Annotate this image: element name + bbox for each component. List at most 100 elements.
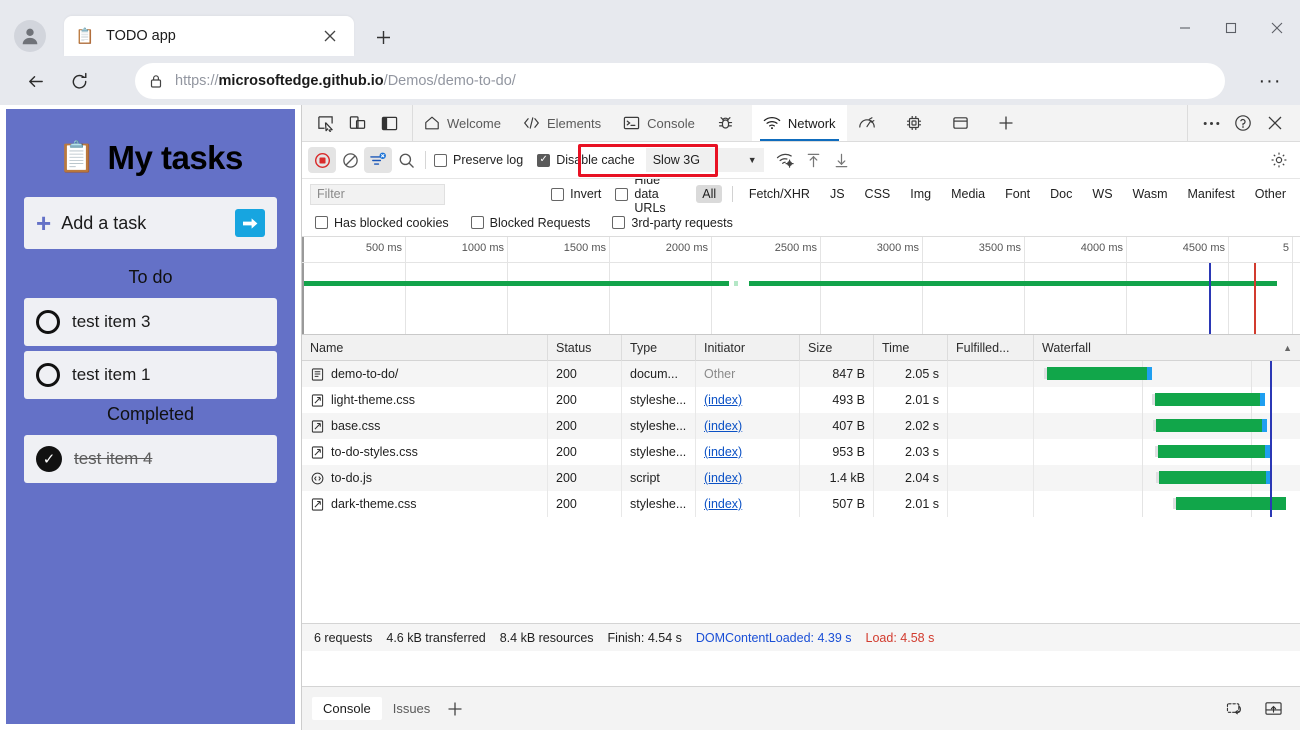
filter-type-fetch-xhr[interactable]: Fetch/XHR <box>743 185 816 203</box>
add-task-input[interactable]: + Add a task <box>24 197 277 249</box>
person-avatar-icon[interactable] <box>14 20 46 52</box>
filter-input[interactable]: Filter <box>310 184 445 205</box>
filter-funnel-icon[interactable] <box>364 147 392 173</box>
script-file-icon <box>310 471 324 485</box>
cell-type: styleshe... <box>622 491 696 517</box>
new-tab-button[interactable] <box>368 22 398 52</box>
tab-sources[interactable] <box>706 105 752 141</box>
cell-status: 200 <box>548 439 622 465</box>
column-header-status[interactable]: Status <box>548 335 622 361</box>
tab-performance[interactable] <box>847 105 894 141</box>
arrow-right-icon[interactable] <box>235 209 265 237</box>
column-header-type[interactable]: Type <box>622 335 696 361</box>
cell-initiator[interactable]: (index) <box>696 465 800 491</box>
record-stop-icon[interactable] <box>308 147 336 173</box>
column-header-initiator[interactable]: Initiator <box>696 335 800 361</box>
filter-type-other[interactable]: Other <box>1249 185 1292 203</box>
device-emulation-icon[interactable] <box>342 109 372 137</box>
has-blocked-cookies-checkbox[interactable]: Has blocked cookies <box>312 214 452 232</box>
table-row[interactable]: base.css 200 styleshe... (index) 407 B 2… <box>302 413 1300 439</box>
tab-memory[interactable] <box>894 105 941 141</box>
help-question-icon[interactable] <box>1228 109 1258 137</box>
list-item[interactable]: test item 3 <box>24 298 277 346</box>
table-empty-space <box>302 517 1300 623</box>
table-row[interactable]: demo-to-do/ 200 docum... Other 847 B 2.0… <box>302 361 1300 387</box>
tab-console[interactable]: Console <box>612 105 706 141</box>
filter-type-js[interactable]: JS <box>824 185 851 203</box>
reload-icon[interactable] <box>62 65 96 99</box>
cell-status: 200 <box>548 361 622 387</box>
request-name: light-theme.css <box>331 393 415 407</box>
tab-network[interactable]: Network <box>752 105 847 141</box>
cell-initiator[interactable]: (index) <box>696 387 800 413</box>
column-header-size[interactable]: Size <box>800 335 874 361</box>
preserve-log-label: Preserve log <box>453 153 523 167</box>
filter-type-ws[interactable]: WS <box>1086 185 1118 203</box>
tab-application[interactable] <box>941 105 987 141</box>
preserve-log-checkbox[interactable]: Preserve log <box>431 151 526 169</box>
blocked-requests-label: Blocked Requests <box>490 216 591 230</box>
close-devtools-icon[interactable] <box>1260 109 1290 137</box>
close-window-button[interactable] <box>1254 8 1300 48</box>
drawer-add-tab-plus-icon[interactable] <box>441 696 469 722</box>
table-row[interactable]: light-theme.css 200 styleshe... (index) … <box>302 387 1300 413</box>
checkbox-checked-icon[interactable]: ✓ <box>36 446 62 472</box>
gear-icon[interactable] <box>1266 148 1292 172</box>
table-row[interactable]: dark-theme.css 200 styleshe... (index) 5… <box>302 491 1300 517</box>
export-arrow-down-icon[interactable] <box>828 147 856 173</box>
tab-welcome[interactable]: Welcome <box>413 105 512 141</box>
browser-settings-dots-icon[interactable]: ··· <box>1254 65 1286 97</box>
import-arrow-up-icon[interactable] <box>800 147 828 173</box>
column-header-waterfall[interactable]: Waterfall ▲ <box>1034 335 1300 361</box>
list-item[interactable]: ✓ test item 4 <box>24 435 277 483</box>
network-throttle-dropdown[interactable]: Slow 3G ▼ <box>646 148 764 172</box>
filter-type-media[interactable]: Media <box>945 185 991 203</box>
browser-tab[interactable]: 📋 TODO app <box>64 16 354 56</box>
list-item[interactable]: test item 1 <box>24 351 277 399</box>
column-header-time[interactable]: Time <box>874 335 948 361</box>
waterfall-download-segment <box>1147 367 1152 380</box>
invert-checkbox[interactable]: Invert <box>548 185 604 203</box>
drawer-tab-issues[interactable]: Issues <box>382 697 442 720</box>
back-arrow-icon[interactable] <box>18 65 52 99</box>
filter-type-manifest[interactable]: Manifest <box>1181 185 1240 203</box>
disable-cache-checkbox[interactable]: Disable cache <box>534 151 638 169</box>
search-icon[interactable] <box>392 147 420 173</box>
filter-type-font[interactable]: Font <box>999 185 1036 203</box>
cell-initiator[interactable]: (index) <box>696 439 800 465</box>
dock-bottom-icon[interactable] <box>1259 696 1287 722</box>
cell-initiator[interactable]: (index) <box>696 491 800 517</box>
tab-elements[interactable]: Elements <box>512 105 612 141</box>
table-row[interactable]: to-do-styles.css 200 styleshe... (index)… <box>302 439 1300 465</box>
more-options-dots-icon[interactable] <box>1196 109 1226 137</box>
filter-type-doc[interactable]: Doc <box>1044 185 1078 203</box>
column-header-fulfilled[interactable]: Fulfilled... <box>948 335 1034 361</box>
table-row[interactable]: to-do.js 200 script (index) 1.4 kB 2.04 … <box>302 465 1300 491</box>
minimize-button[interactable] <box>1162 8 1208 48</box>
checkbox-unchecked-icon[interactable] <box>36 363 60 387</box>
add-panel-button[interactable] <box>987 105 1025 141</box>
inspect-element-icon[interactable] <box>310 109 340 137</box>
maximize-button[interactable] <box>1208 8 1254 48</box>
filter-type-wasm[interactable]: Wasm <box>1127 185 1174 203</box>
address-bar[interactable]: https://microsoftedge.github.io/Demos/de… <box>135 63 1225 99</box>
third-party-requests-checkbox[interactable]: 3rd-party requests <box>609 214 735 232</box>
wifi-gear-icon[interactable] <box>772 147 800 173</box>
clear-ban-icon[interactable] <box>336 147 364 173</box>
waterfall-bar <box>1159 471 1266 484</box>
checkbox-unchecked-icon[interactable] <box>36 310 60 334</box>
filter-type-css[interactable]: CSS <box>859 185 897 203</box>
filter-type-img[interactable]: Img <box>904 185 937 203</box>
cell-initiator: Other <box>696 361 800 387</box>
filter-type-all[interactable]: All <box>696 185 722 203</box>
todo-section-completed: Completed ✓ test item 4 <box>24 404 277 483</box>
column-header-name[interactable]: Name <box>302 335 548 361</box>
blocked-requests-checkbox[interactable]: Blocked Requests <box>468 214 594 232</box>
cell-initiator[interactable]: (index) <box>696 413 800 439</box>
has-blocked-cookies-label: Has blocked cookies <box>334 216 449 230</box>
dock-side-icon[interactable] <box>374 109 404 137</box>
network-overview-timeline[interactable]: 500 ms 1000 ms 1500 ms 2000 ms 2500 ms 3… <box>302 237 1300 335</box>
close-icon[interactable] <box>318 24 342 48</box>
drawer-tab-console[interactable]: Console <box>312 697 382 720</box>
restore-drawer-icon[interactable] <box>1221 696 1249 722</box>
